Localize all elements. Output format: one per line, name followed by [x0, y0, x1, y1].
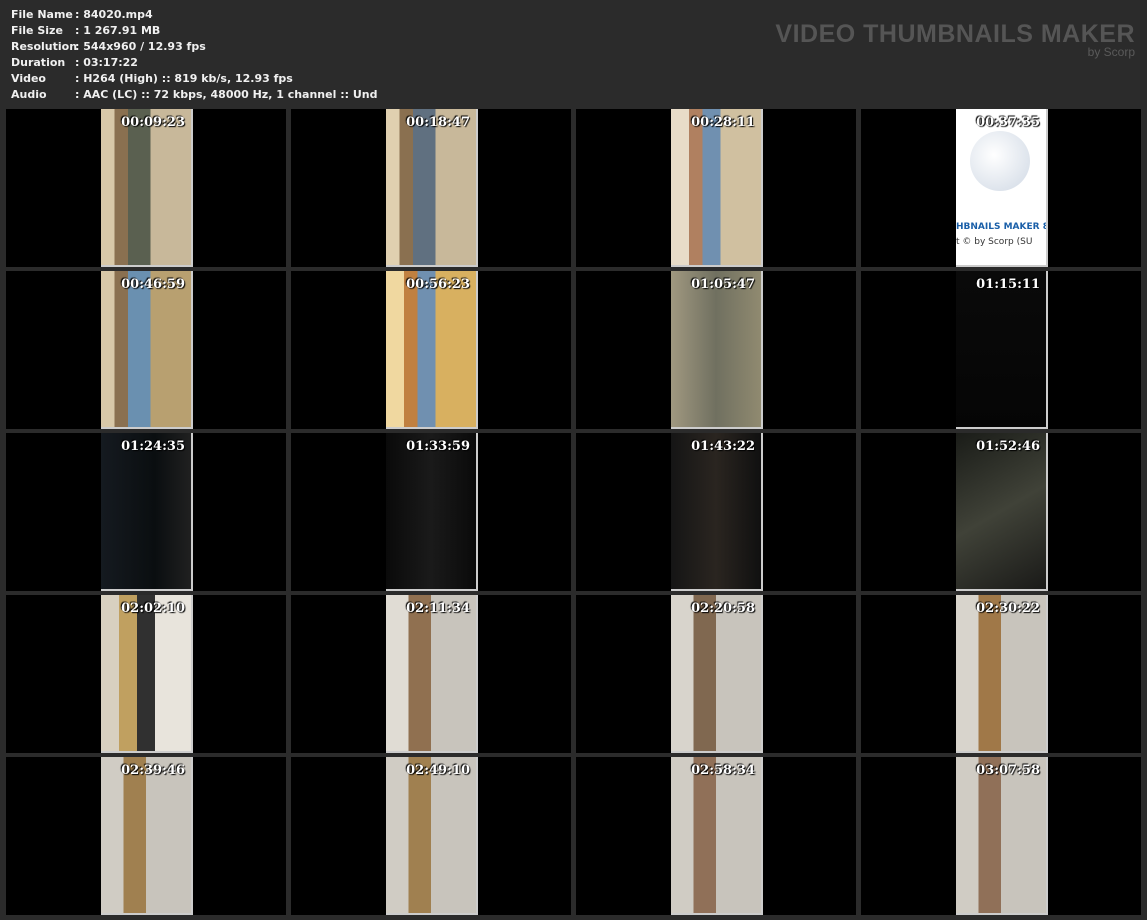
video-frame-thumbnail: 01:43:22: [671, 433, 763, 591]
thumbnail-cell: 02:30:22: [861, 595, 1141, 753]
video-frame-thumbnail: HBNAILS MAKER 8 t © by Scorp (SU 00:37:35: [956, 109, 1048, 267]
thumbnail-grid: 00:09:23 00:18:47 00:28:11 HBNAILS MAKER 8 t…: [6, 109, 1141, 915]
timestamp: 02:30:22: [976, 601, 1040, 616]
owl-icon: [970, 131, 1030, 191]
timestamp: 01:43:22: [691, 439, 755, 454]
timestamp: 00:18:47: [406, 115, 470, 130]
info-value: : H264 (High) :: 819 kb/s, 12.93 fps: [75, 72, 293, 85]
owl-text: HBNAILS MAKER 8: [956, 222, 1046, 232]
video-frame-thumbnail: 02:30:22: [956, 595, 1048, 753]
video-frame-thumbnail: 02:20:58: [671, 595, 763, 753]
timestamp: 02:02:10: [121, 601, 185, 616]
timestamp: 00:37:35: [976, 115, 1040, 130]
timestamp: 01:24:35: [121, 439, 185, 454]
video-frame-thumbnail: 02:02:10: [101, 595, 193, 753]
video-frame-thumbnail: 00:28:11: [671, 109, 763, 267]
video-frame-thumbnail: 01:33:59: [386, 433, 478, 591]
thumbnail-cell: HBNAILS MAKER 8 t © by Scorp (SU 00:37:35: [861, 109, 1141, 267]
info-row: Resolution: 544x960 / 12.93 fps: [11, 39, 377, 55]
info-row: Video : H264 (High) :: 819 kb/s, 12.93 fp…: [11, 71, 377, 87]
thumbnail-cell: 02:02:10: [6, 595, 286, 753]
info-label: Video: [11, 72, 46, 85]
video-frame-thumbnail: 00:18:47: [386, 109, 478, 267]
info-row: File Size : 1 267.91 MB: [11, 23, 377, 39]
thumbnail-cell: 00:09:23: [6, 109, 286, 267]
thumbnail-cell: 02:58:34: [576, 757, 856, 915]
thumbnail-cell: 01:24:35: [6, 433, 286, 591]
video-frame-thumbnail: 01:24:35: [101, 433, 193, 591]
thumbnail-cell: 02:49:10: [291, 757, 571, 915]
timestamp: 00:56:23: [406, 277, 470, 292]
info-row: File Name: 84020.mp4: [11, 7, 377, 23]
thumbnail-cell: 01:52:46: [861, 433, 1141, 591]
timestamp: 01:33:59: [406, 439, 470, 454]
video-frame-thumbnail: 00:09:23: [101, 109, 193, 267]
timestamp: 00:09:23: [121, 115, 185, 130]
video-frame-thumbnail: 01:15:11: [956, 271, 1048, 429]
video-frame-thumbnail: 02:58:34: [671, 757, 763, 915]
info-value: : AAC (LC) :: 72 kbps, 48000 Hz, 1 chann…: [75, 88, 378, 101]
info-value: : 84020.mp4: [75, 8, 153, 21]
info-label: Audio: [11, 88, 47, 101]
timestamp: 02:11:34: [406, 601, 470, 616]
thumbnail-cell: 01:43:22: [576, 433, 856, 591]
thumbnail-cell: 02:20:58: [576, 595, 856, 753]
file-info: File Name: 84020.mp4 File Size: 1 267.91 …: [11, 7, 377, 103]
thumbnail-cell: 02:39:46: [6, 757, 286, 915]
info-label: File Name: [11, 8, 73, 21]
video-frame-thumbnail: 03:07:58: [956, 757, 1048, 915]
timestamp: 02:49:10: [406, 763, 470, 778]
thumbnail-cell: 00:46:59: [6, 271, 286, 429]
timestamp: 02:58:34: [691, 763, 755, 778]
info-row: Audio : AAC (LC) :: 72 kbps, 48000 Hz, 1 …: [11, 87, 377, 103]
timestamp: 01:05:47: [691, 277, 755, 292]
logo-title: VIDEO THUMBNAILS MAKER: [775, 20, 1135, 48]
timestamp: 00:46:59: [121, 277, 185, 292]
video-frame-thumbnail: 00:46:59: [101, 271, 193, 429]
info-value: : 03:17:22: [75, 56, 138, 69]
info-label: Duration: [11, 56, 66, 69]
timestamp: 01:52:46: [976, 439, 1040, 454]
timestamp: 02:20:58: [691, 601, 755, 616]
info-value: : 544x960 / 12.93 fps: [75, 40, 206, 53]
thumbnail-cell: 01:33:59: [291, 433, 571, 591]
video-frame-thumbnail: 02:39:46: [101, 757, 193, 915]
thumbnail-cell: 02:11:34: [291, 595, 571, 753]
owl-copyright: t © by Scorp (SU: [956, 237, 1033, 247]
thumbnail-cell: 00:56:23: [291, 271, 571, 429]
timestamp: 03:07:58: [976, 763, 1040, 778]
timestamp: 00:28:11: [691, 115, 755, 130]
video-frame-thumbnail: 02:11:34: [386, 595, 478, 753]
info-row: Duration : 03:17:22: [11, 55, 377, 71]
timestamp: 01:15:11: [976, 277, 1040, 292]
app-logo: VIDEO THUMBNAILS MAKER by Scorp: [775, 20, 1135, 59]
thumbnail-cell: 00:28:11: [576, 109, 856, 267]
thumbnail-cell: 01:15:11: [861, 271, 1141, 429]
video-frame-thumbnail: 01:52:46: [956, 433, 1048, 591]
thumbnail-cell: 01:05:47: [576, 271, 856, 429]
thumbnail-cell: 00:18:47: [291, 109, 571, 267]
video-frame-thumbnail: 01:05:47: [671, 271, 763, 429]
info-value: : 1 267.91 MB: [75, 24, 161, 37]
owl-logo-frame: HBNAILS MAKER 8 t © by Scorp (SU: [956, 109, 1046, 265]
thumbnail-cell: 03:07:58: [861, 757, 1141, 915]
timestamp: 02:39:46: [121, 763, 185, 778]
info-label: Resolution: [11, 40, 78, 53]
video-frame-thumbnail: 00:56:23: [386, 271, 478, 429]
info-label: File Size: [11, 24, 63, 37]
video-frame-thumbnail: 02:49:10: [386, 757, 478, 915]
